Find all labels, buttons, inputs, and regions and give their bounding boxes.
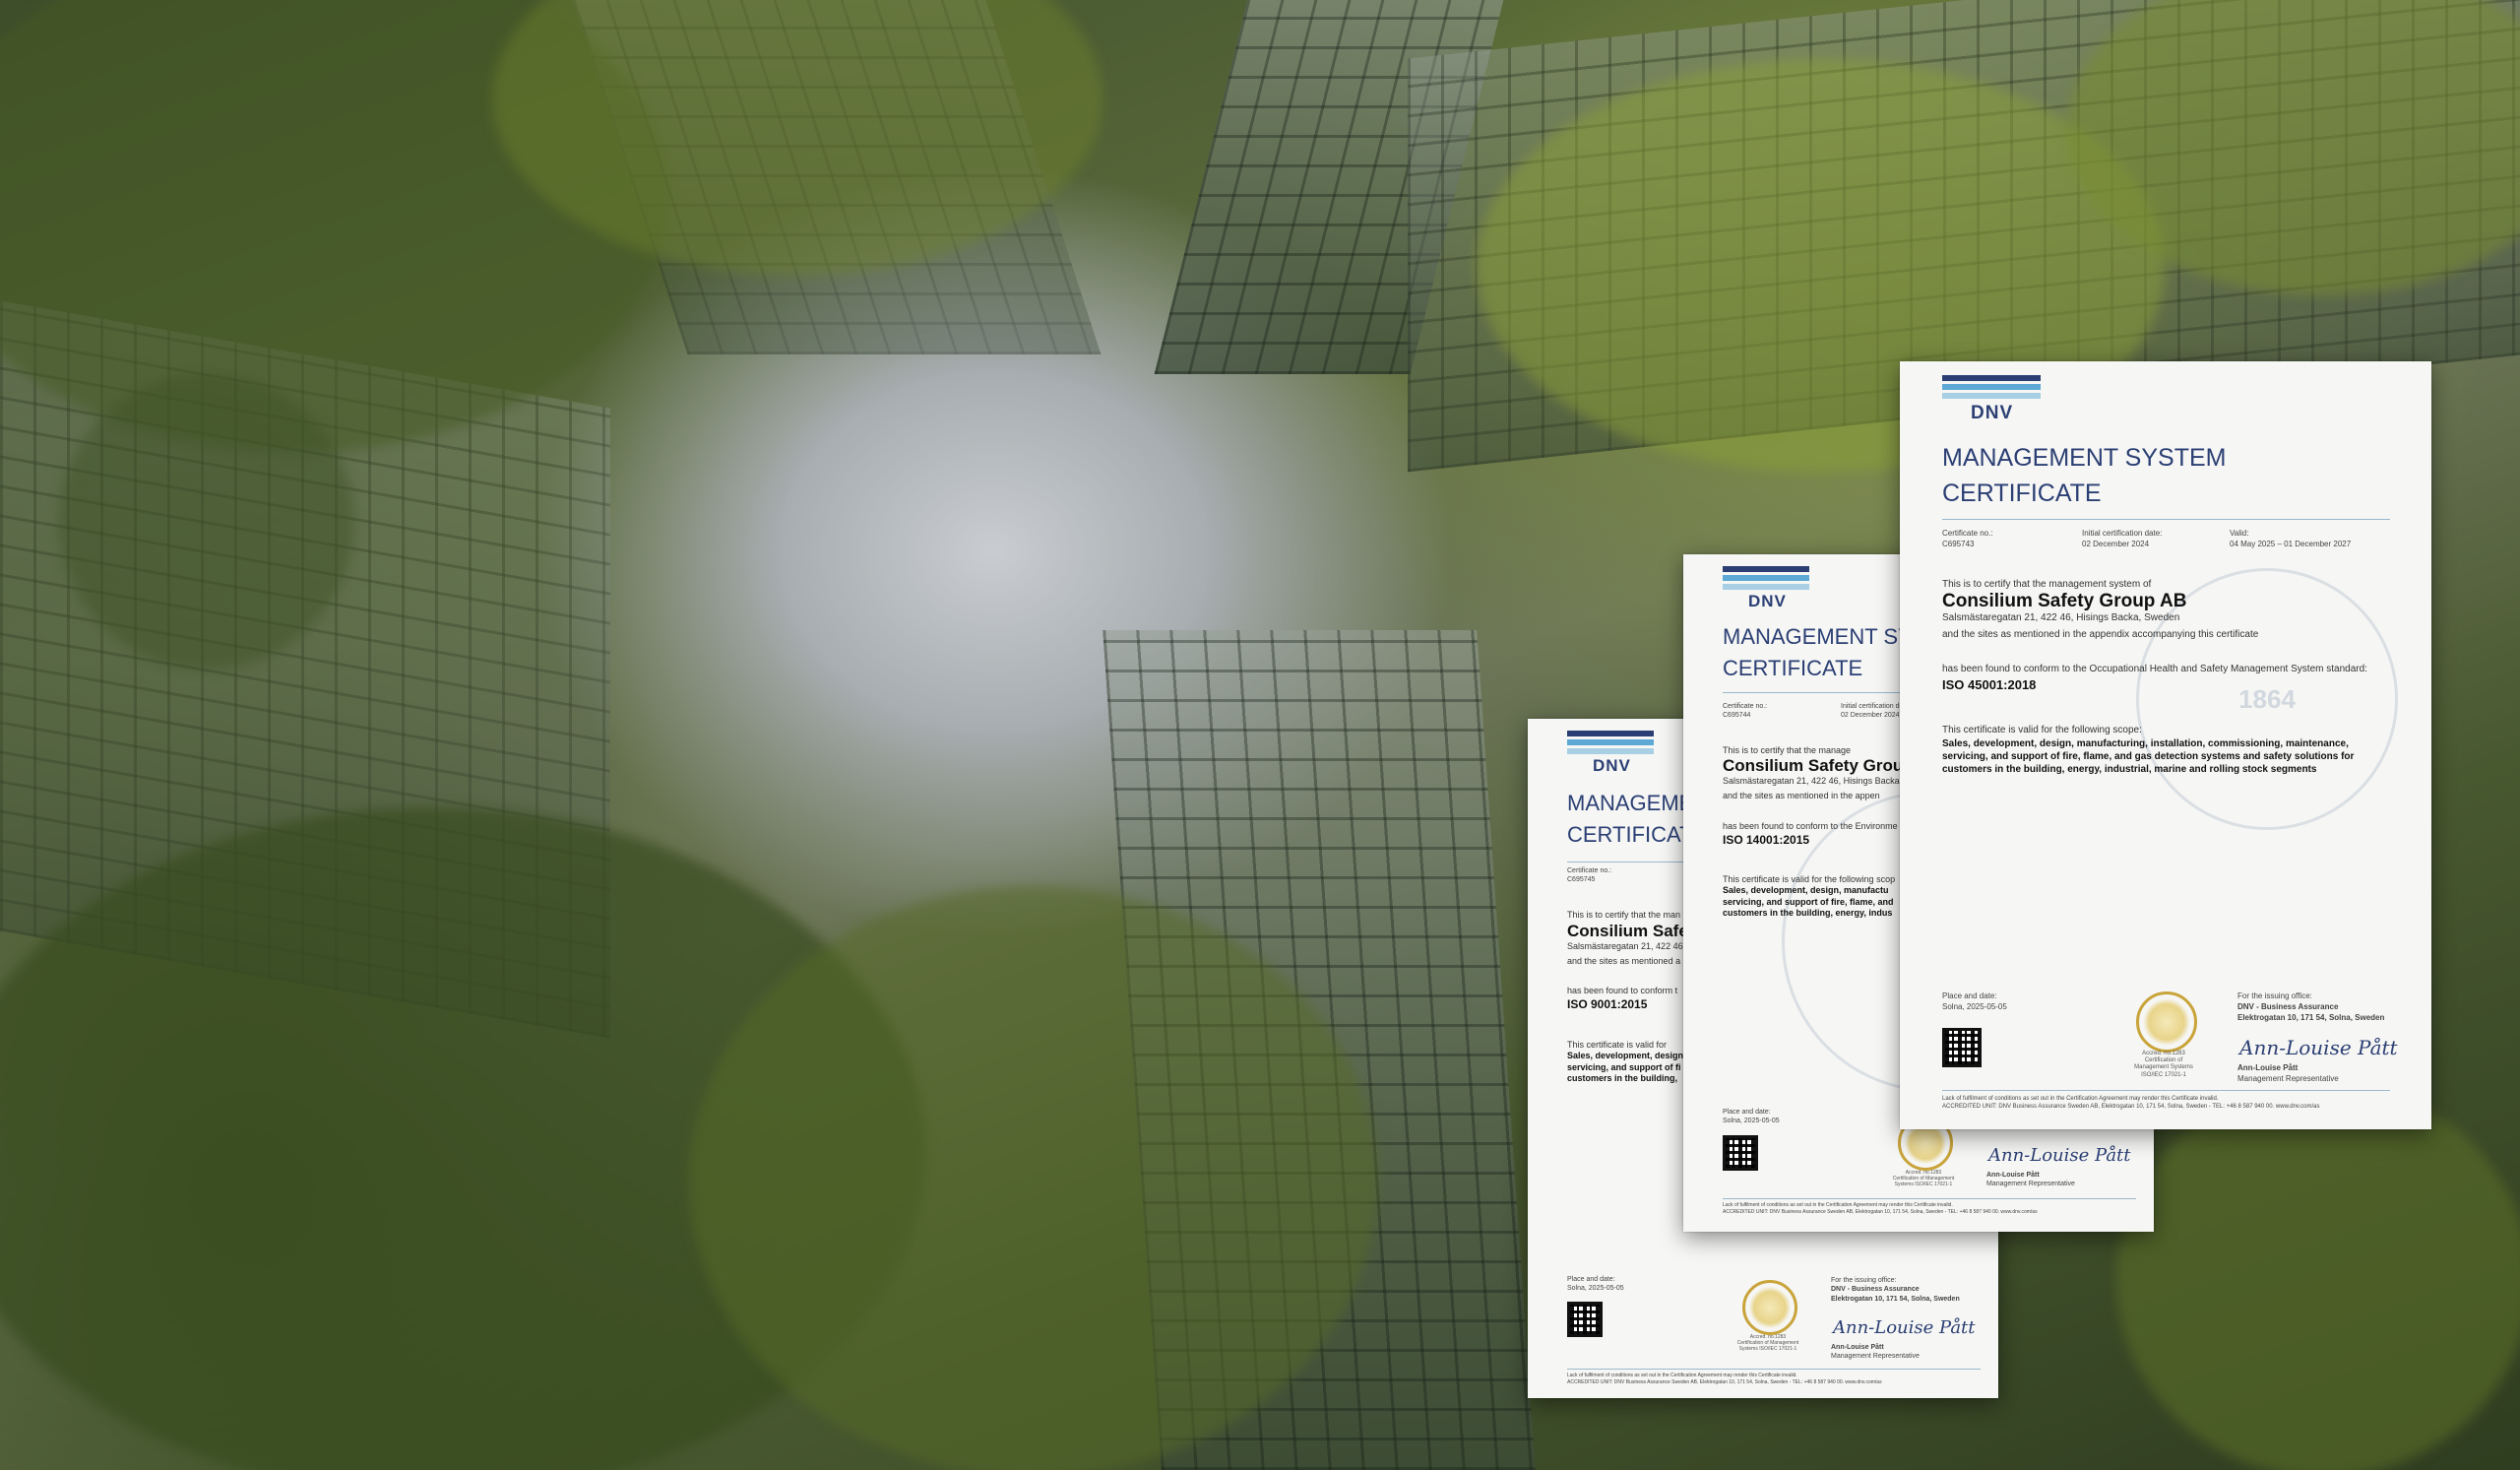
company-name: Consilium Safety Group AB [1942,591,2187,611]
standard-name: ISO 45001:2018 [1942,677,2037,692]
qr-code-icon [1723,1135,1758,1171]
title-line-2: CERTIFICATE [1723,655,1863,680]
place-date: Place and date: Solna, 2025-05-05 [1942,991,2007,1011]
scope-text: Sales, development, design, manufacturin… [1942,738,2355,775]
initial-certification-date: Initial certification date: 02 December 2… [2082,529,2163,548]
divider [1942,1090,2390,1091]
intro-text: This is to certify that the manage [1723,745,1852,755]
issuing-office: For the issuing office: DNV - Business A… [2237,991,2385,1022]
signatory: Ann-Louise Pått Management Representativ… [2237,1063,2339,1083]
conform-text: has been found to conform to the Environ… [1723,821,1898,831]
qr-code-icon [1567,1302,1603,1337]
dnv-logo: DNV [1971,403,2014,423]
scope-text: Sales, development, design servicing, an… [1567,1051,1684,1084]
certificate-number: Certificate no.: C695744 [1723,703,1768,720]
certificate-footer: Lack of fulfilment of conditions as set … [1942,1096,2320,1111]
title-line-1: MANAGEMENT SYSTEM [1942,444,2227,472]
conform-text: has been found to conform t [1567,986,1678,995]
place-date: Place and date: Solna, 2025-05-05 [1567,1276,1624,1293]
conform-text: has been found to conform to the Occupat… [1942,664,2367,674]
certificate-title: MANAGEMENT SYSTEM CERTIFICATE [1942,440,2226,512]
scope-intro: This certificate is valid for the follow… [1942,725,2142,735]
intro-text: This is to certify that the management s… [1942,579,2152,590]
certificate-iso-45001: DNV MANAGEMENT SYSTEM CERTIFICATE Certif… [1900,361,2431,1129]
scope-text: Sales, development, design, manufactu se… [1723,885,1894,919]
dnv-logo-bars [1942,375,2041,402]
intro-text: This is to certify that the man [1567,910,1681,920]
scope-intro: This certificate is valid for [1567,1040,1668,1050]
certificate-title: MANAGEMENT SY CERTIFICATE [1723,621,1913,684]
dnv-logo-bars [1723,566,1809,593]
swedac-badge-icon [2136,991,2197,1053]
certificate-number: Certificate no.: C695743 [1942,529,1993,548]
accreditation-caption: Accred. no.1283 Certification of Managem… [2134,1051,2193,1078]
signature: Ann-Louise Pått [1833,1317,1976,1338]
foliage [59,374,354,670]
swedac-badge-icon [1742,1280,1797,1335]
company-address: Salsmästaregatan 21, 422 46 [1567,941,1683,951]
scope-intro: This certificate is valid for the follow… [1723,874,1896,884]
signature: Ann-Louise Pått [1988,1145,2131,1166]
sites-text: and the sites as mentioned in the appen [1723,791,1880,800]
sites-text: and the sites as mentioned in the append… [1942,629,2259,640]
validity-period: Valid: 04 May 2025 – 01 December 2027 [2230,529,2352,548]
foliage [2116,1083,2520,1470]
accreditation-caption: Accred. no.1283 Certification of Managem… [1892,1170,1955,1187]
dnv-logo-bars [1567,731,1654,757]
certificate-number: Certificate no.: C695745 [1567,867,1612,884]
sites-text: and the sites as mentioned a [1567,956,1681,966]
company-name: Consilium Safe [1567,922,1688,940]
foliage [689,886,1378,1470]
signatory: Ann-Louise Pått Management Representativ… [1831,1344,1920,1361]
signature: Ann-Louise Pått [2239,1036,2398,1059]
certificate-footer: Lack of fulfilment of conditions as set … [1723,1202,2038,1215]
signatory: Ann-Louise Pått Management Representativ… [1986,1172,2075,1188]
company-address: Salsmästaregatan 21, 422 46, Hisings Bac… [1723,776,1900,786]
standard-name: ISO 9001:2015 [1567,997,1648,1011]
company-address: Salsmästaregatan 21, 422 46, Hisings Bac… [1942,612,2180,623]
title-line-1: MANAGEMENT SY [1723,624,1913,649]
dnv-logo: DNV [1748,592,1787,610]
certificate-footer: Lack of fulfilment of conditions as set … [1567,1373,1882,1385]
place-date: Place and date: Solna, 2025-05-05 [1723,1109,1780,1125]
divider [1723,1198,2136,1199]
divider [1567,1369,1981,1370]
qr-code-icon [1942,1028,1982,1067]
divider [1942,519,2390,520]
issuing-office: For the issuing office: DNV - Business A… [1831,1277,1960,1303]
accreditation-caption: Accred. no.1283 Certification of Managem… [1736,1334,1799,1352]
dnv-logo: DNV [1593,756,1631,775]
title-line-2: CERTIFICATE [1942,479,2102,508]
standard-name: ISO 14001:2015 [1723,833,1810,847]
company-name: Consilium Safety Grou [1723,756,1904,775]
